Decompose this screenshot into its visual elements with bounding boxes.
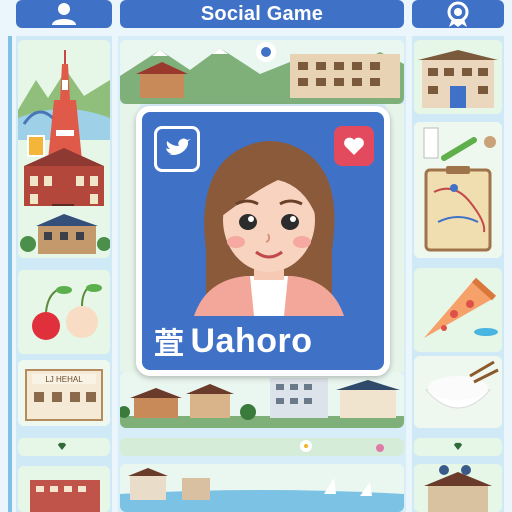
post-card[interactable] — [120, 40, 404, 104]
avatar — [194, 141, 344, 316]
username-prefix: 萓 — [154, 327, 185, 362]
shop-building-image: LJ HEHAL — [18, 360, 110, 426]
post-card[interactable]: LJ HEHAL — [18, 360, 110, 426]
heart-decoration-icon — [58, 442, 66, 450]
user-icon — [52, 3, 76, 25]
pizza-image — [414, 268, 502, 352]
app-title: Social Game — [200, 2, 324, 25]
fruit-image — [18, 270, 110, 354]
post-card[interactable] — [414, 268, 502, 352]
post-card[interactable] — [414, 356, 502, 428]
section-divider — [120, 438, 404, 456]
shop-sign-text: LJ HEHAL — [45, 375, 83, 384]
post-card[interactable] — [18, 466, 110, 512]
post-card[interactable] — [120, 464, 404, 512]
flower-decoration-icon — [300, 440, 384, 452]
section-divider — [414, 438, 502, 456]
cottage-image — [414, 464, 502, 512]
post-card[interactable] — [120, 372, 404, 428]
post-card[interactable] — [414, 464, 502, 512]
village-image — [120, 372, 404, 428]
rice-bowl-image — [414, 356, 502, 428]
map-clipboard-image — [414, 122, 502, 258]
post-card[interactable] — [414, 40, 502, 114]
settings-button[interactable] — [412, 0, 504, 28]
post-card[interactable] — [18, 270, 110, 354]
profile-button[interactable] — [16, 0, 112, 28]
username: Uahoro — [190, 321, 313, 360]
settings-icon — [447, 1, 469, 27]
heart-decoration-icon — [454, 442, 462, 450]
inn-image — [414, 40, 502, 114]
harbor-image — [120, 464, 404, 512]
post-card[interactable] — [18, 206, 110, 258]
hotel-image — [18, 466, 110, 512]
section-divider — [18, 438, 110, 456]
title-bar: Social Game — [120, 0, 404, 28]
username-row: 萓 Uahoro — [154, 318, 384, 364]
profile-card[interactable]: 萓 Uahoro — [136, 106, 390, 376]
mountain-town-image — [120, 40, 404, 104]
left-column — [8, 36, 12, 512]
post-card[interactable] — [414, 122, 502, 258]
house-image — [18, 206, 110, 258]
